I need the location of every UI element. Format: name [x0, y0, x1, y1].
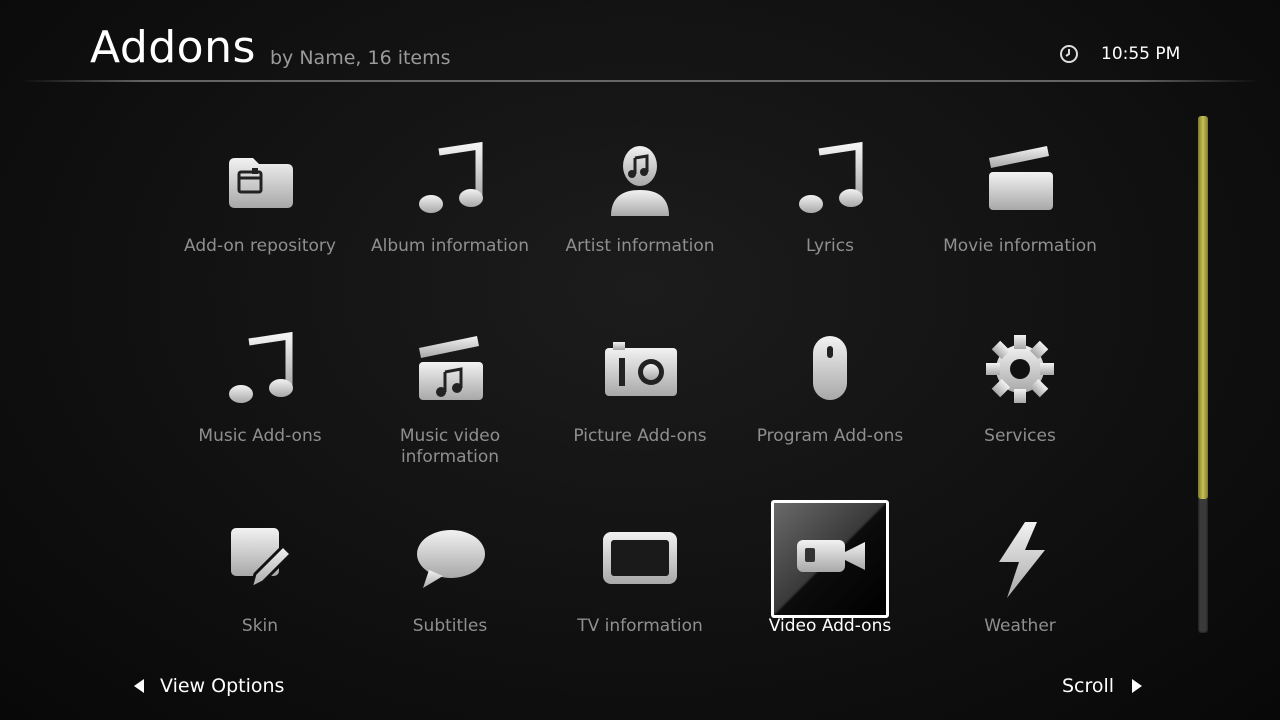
addon-label: Skin	[241, 616, 279, 636]
speech-bubble-icon	[407, 516, 493, 602]
addon-label: Video Add-ons	[768, 616, 892, 636]
addon-label: TV information	[577, 616, 703, 636]
tv-icon	[597, 516, 683, 602]
arrow-left-icon	[134, 679, 144, 693]
clapperboard-icon	[977, 136, 1063, 222]
addon-label: Movie information	[943, 236, 1097, 256]
view-options-button[interactable]: View Options	[128, 672, 284, 700]
header-divider	[20, 80, 1260, 82]
addon-tile[interactable]: Subtitles	[355, 492, 545, 682]
scrollbar[interactable]	[1198, 116, 1208, 633]
scroll-button[interactable]: Scroll	[1062, 672, 1143, 700]
artist-icon	[597, 136, 683, 222]
addon-tile[interactable]: Music video information	[355, 302, 545, 492]
pencil-icon	[217, 516, 303, 602]
video-camera-icon	[787, 512, 873, 598]
scrollbar-thumb[interactable]	[1198, 116, 1208, 499]
sort-subtitle: by Name, 16 items	[270, 47, 451, 69]
addon-tile[interactable]: Video Add-ons	[735, 492, 925, 682]
addon-tile[interactable]: Lyrics	[735, 112, 925, 302]
camera-icon	[597, 326, 683, 412]
scroll-label: Scroll	[1062, 675, 1115, 697]
addon-tile[interactable]: TV information	[545, 492, 735, 682]
lightning-icon	[977, 516, 1063, 602]
addon-tile[interactable]: Movie information	[925, 112, 1115, 302]
clock-icon	[1059, 44, 1079, 64]
addon-tile[interactable]: Album information	[355, 112, 545, 302]
addon-label: Music Add-ons	[198, 426, 322, 446]
addon-tile[interactable]: Artist information	[545, 112, 735, 302]
addon-label: Picture Add-ons	[573, 426, 707, 446]
addon-tile[interactable]: Services	[925, 302, 1115, 492]
folder-icon	[217, 136, 303, 222]
music-note-icon	[407, 136, 493, 222]
addon-tile[interactable]: Add-on repository	[165, 112, 355, 302]
clock-time: 10:55 PM	[1101, 44, 1181, 64]
addon-tile[interactable]: Music Add-ons	[165, 302, 355, 492]
addon-tile[interactable]: Weather	[925, 492, 1115, 682]
gear-icon	[977, 326, 1063, 412]
addon-label: Album information	[371, 236, 529, 256]
addon-label: Program Add-ons	[756, 426, 904, 446]
mouse-icon	[787, 326, 873, 412]
arrow-right-icon	[1132, 679, 1143, 693]
page-title: Addons	[90, 22, 256, 73]
addon-label: Artist information	[565, 236, 715, 256]
addon-tile[interactable]: Program Add-ons	[735, 302, 925, 492]
music-clapperboard-icon	[407, 326, 493, 412]
addon-tile[interactable]: Skin	[165, 492, 355, 682]
addon-label: Lyrics	[806, 236, 854, 256]
addon-label: Weather	[984, 616, 1056, 636]
addon-grid: Add-on repository Album information Artist…	[165, 112, 1115, 642]
addon-label: Add-on repository	[184, 236, 336, 256]
addon-tile[interactable]: Picture Add-ons	[545, 302, 735, 492]
addon-label: Services	[984, 426, 1056, 446]
view-options-label: View Options	[160, 675, 285, 697]
music-note-icon	[787, 136, 873, 222]
music-note-icon	[217, 326, 303, 412]
addon-label: Subtitles	[412, 616, 488, 636]
addon-label: Music video information	[399, 426, 501, 467]
